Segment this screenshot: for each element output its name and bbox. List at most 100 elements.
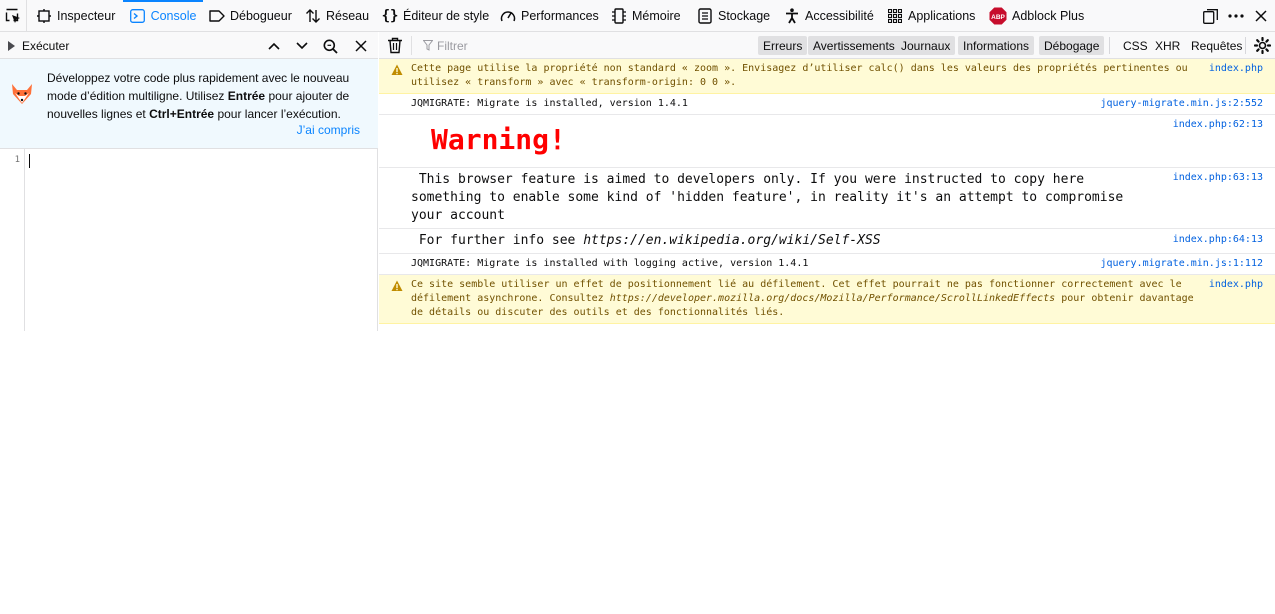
line-number: 1 (14, 155, 20, 165)
filter-info-button[interactable]: Informations (958, 36, 1035, 55)
console-message-log: JQMIGRATE: Migrate is installed, version… (379, 94, 1275, 115)
abp-badge-text: ABP (991, 14, 1005, 21)
dock-toggle-button[interactable] (1200, 0, 1220, 32)
console-settings-button[interactable] (1253, 36, 1272, 55)
tab-network[interactable]: Réseau (305, 0, 369, 32)
tab-label: Inspecteur (57, 9, 116, 23)
tab-style-editor[interactable]: {} Éditeur de style (381, 0, 490, 32)
self-xss-link-text: https://en.wikipedia.org/wiki/Self-XSS (583, 233, 881, 248)
tab-label: Débogueur (230, 9, 292, 23)
tab-label: Adblock Plus (1012, 9, 1085, 23)
message-source-link[interactable]: index.php (1209, 279, 1263, 290)
memory-icon (611, 8, 627, 24)
search-icon (323, 39, 338, 54)
tab-label: Mémoire (632, 9, 681, 23)
ellipsis-icon (1228, 14, 1244, 18)
filter-xhr-button[interactable]: XHR (1150, 36, 1185, 55)
chevron-down-icon (296, 42, 308, 50)
console-filter-bar: Erreurs Avertissements Journaux Informat… (379, 32, 1275, 59)
multiline-editor-pane: Exécuter Développez votre code plus rapi… (0, 32, 378, 331)
styled-warning-text: Warning! (431, 123, 566, 156)
close-devtools-button[interactable] (1251, 0, 1271, 32)
run-button[interactable]: Exécuter (8, 36, 69, 55)
console-message-log: Warning! index.php:62:13 (379, 115, 1275, 168)
network-icon (305, 8, 321, 24)
filter-logs-button[interactable]: Journaux (896, 36, 956, 55)
tab-label: Stockage (718, 9, 771, 23)
tab-label: Applications (908, 9, 976, 23)
filter-warnings-button[interactable]: Avertissements (808, 36, 900, 55)
console-message-log: This browser feature is aimed to develop… (379, 168, 1275, 229)
tab-memory[interactable]: Mémoire (611, 0, 681, 32)
close-editor-button[interactable] (351, 36, 371, 56)
tab-inspector[interactable]: Inspecteur (36, 0, 115, 32)
storage-icon (697, 8, 713, 24)
style-editor-icon: {} (381, 8, 399, 24)
message-text: Cette page utilise la propriété non stan… (411, 63, 1188, 88)
close-icon (1255, 10, 1267, 22)
message-text: For further info see https://en.wikipedi… (411, 233, 881, 248)
editor-onboarding-banner: Développez votre code plus rapidement av… (0, 59, 378, 149)
tab-label: Réseau (326, 9, 370, 23)
console-message-log: JQMIGRATE: Migrate is installed with log… (379, 254, 1275, 275)
message-source-link[interactable]: index.php:63:13 (1173, 172, 1263, 183)
performance-icon (500, 8, 516, 24)
gear-icon (1253, 36, 1272, 55)
editor-toolbar: Exécuter (0, 32, 378, 59)
filter-input[interactable] (421, 36, 741, 55)
play-icon (8, 40, 15, 51)
tab-applications[interactable]: Applications (887, 0, 975, 32)
more-options-button[interactable] (1226, 0, 1246, 32)
divider (411, 36, 412, 55)
tab-accessibility[interactable]: Accessibilité (784, 0, 874, 32)
warning-icon (391, 280, 403, 291)
console-output-pane: Erreurs Avertissements Journaux Informat… (379, 32, 1275, 331)
filter-css-button[interactable]: CSS (1118, 36, 1153, 55)
editor-gutter: 1 (0, 149, 25, 331)
filter-requests-button[interactable]: Requêtes (1186, 36, 1247, 55)
message-source-link[interactable]: jquery.migrate.min.js:1:112 (1100, 258, 1263, 269)
dock-icon (1202, 8, 1218, 24)
code-editor-input[interactable] (26, 149, 377, 331)
message-text: Ce site semble utiliser un effet de posi… (411, 279, 1194, 318)
inspector-icon (36, 8, 52, 24)
reverse-search-button[interactable] (320, 36, 340, 56)
message-source-link[interactable]: index.php (1209, 63, 1263, 74)
element-picker-button[interactable] (0, 0, 27, 32)
history-next-button[interactable] (292, 36, 312, 56)
tab-debugger[interactable]: Débogueur (209, 0, 292, 32)
devtools-toolbar: Inspecteur Console Débogueur Réseau {} É… (0, 0, 1275, 32)
filter-errors-button[interactable]: Erreurs (758, 36, 808, 55)
element-picker-icon (5, 8, 20, 23)
close-icon (355, 40, 367, 52)
accessibility-icon (784, 8, 800, 24)
firefox-fox-icon (12, 84, 32, 104)
filter-debug-button[interactable]: Débogage (1039, 36, 1105, 55)
tab-label: Accessibilité (805, 9, 874, 23)
console-message-warning: Ce site semble utiliser un effet de posi… (379, 275, 1275, 324)
history-previous-button[interactable] (264, 36, 284, 56)
message-text: This browser feature is aimed to develop… (411, 172, 1124, 223)
tab-performance[interactable]: Performances (500, 0, 599, 32)
scroll-linked-effects-link[interactable]: https://developer.mozilla.org/docs/Mozil… (610, 293, 1056, 304)
message-source-link[interactable]: jquery-migrate.min.js:2:552 (1100, 98, 1263, 109)
divider (1109, 37, 1110, 54)
clear-console-button[interactable] (387, 37, 403, 54)
tab-adblock-plus[interactable]: ABP Adblock Plus (989, 0, 1084, 32)
console-message-warning: Cette page utilise la propriété non stan… (379, 59, 1275, 94)
applications-icon (887, 8, 903, 24)
tab-console[interactable]: Console (123, 0, 203, 32)
onboarding-message: Développez votre code plus rapidement av… (47, 71, 350, 121)
onboarding-dismiss-link[interactable]: J’ai compris (297, 123, 360, 137)
tab-storage[interactable]: Stockage (697, 0, 770, 32)
tab-label: Performances (521, 9, 599, 23)
message-source-link[interactable]: index.php:64:13 (1173, 234, 1263, 245)
message-source-link[interactable]: index.php:62:13 (1173, 119, 1263, 130)
abp-icon: ABP (989, 7, 1007, 25)
chevron-up-icon (268, 42, 280, 50)
console-message-log: For further info see https://en.wikipedi… (379, 229, 1275, 254)
message-text: JQMIGRATE: Migrate is installed with log… (411, 258, 809, 269)
warning-icon (391, 64, 403, 75)
tab-label: Console (150, 9, 197, 23)
message-text: JQMIGRATE: Migrate is installed, version… (411, 98, 688, 109)
